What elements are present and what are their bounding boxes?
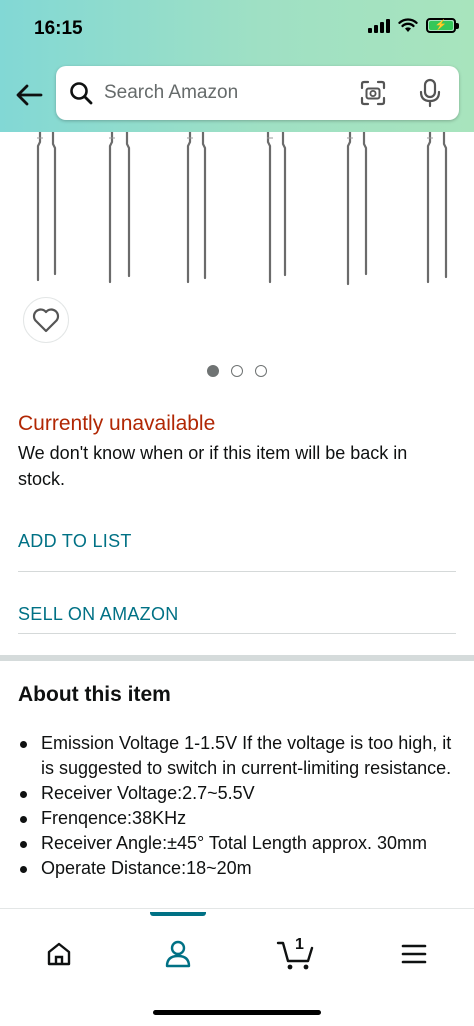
status-bar: 16:15 ⚡ <box>0 0 474 60</box>
list-item: Operate Distance:18~20m <box>18 856 463 881</box>
add-to-list-button[interactable]: ADD TO LIST <box>18 531 132 552</box>
nav-cart[interactable]: 1 <box>266 932 326 976</box>
nav-home[interactable] <box>29 932 89 976</box>
status-time: 16:15 <box>34 18 83 39</box>
about-bullets: Emission Voltage 1-1.5V If the voltage i… <box>18 731 463 881</box>
divider <box>18 571 456 572</box>
image-carousel-dots <box>0 365 474 377</box>
search-box[interactable] <box>56 66 459 120</box>
nav-account[interactable] <box>148 932 208 976</box>
signal-icon <box>368 18 390 33</box>
search-icon <box>70 82 93 105</box>
about-title: About this item <box>18 683 171 706</box>
home-indicator <box>153 1010 321 1015</box>
cart-count-badge: 1 <box>295 936 304 953</box>
account-icon <box>165 940 191 968</box>
list-item: Receiver Angle:±45° Total Length approx.… <box>18 831 463 856</box>
status-icons: ⚡ <box>368 18 459 33</box>
list-item: Receiver Voltage:2.7~5.5V <box>18 781 463 806</box>
list-item: Frenqence:38KHz <box>18 806 463 831</box>
divider <box>0 908 474 909</box>
wishlist-button[interactable] <box>23 297 69 343</box>
carousel-dot-2[interactable] <box>231 365 243 377</box>
list-item: Emission Voltage 1-1.5V If the voltage i… <box>18 731 463 781</box>
microphone-icon[interactable] <box>416 78 444 108</box>
sell-on-amazon-button[interactable]: SELL ON AMAZON <box>18 604 179 625</box>
bottom-nav: 1 <box>0 912 474 1026</box>
section-divider <box>0 655 474 661</box>
header: 16:15 ⚡ <box>0 0 474 132</box>
product-photo-leds <box>36 132 448 286</box>
availability-status: Currently unavailable <box>18 412 216 435</box>
back-button[interactable] <box>12 78 46 112</box>
nav-menu[interactable] <box>384 932 444 976</box>
wifi-icon <box>398 18 418 32</box>
menu-icon <box>401 944 427 964</box>
product-image[interactable] <box>0 132 474 292</box>
carousel-dot-3[interactable] <box>255 365 267 377</box>
active-tab-indicator <box>150 912 206 916</box>
home-icon <box>47 942 71 966</box>
search-input[interactable] <box>104 76 354 110</box>
heart-icon <box>32 308 60 333</box>
availability-message: We don't know when or if this item will … <box>18 443 408 489</box>
carousel-dot-1[interactable] <box>207 365 219 377</box>
battery-icon: ⚡ <box>426 18 459 33</box>
back-arrow-icon <box>16 84 43 106</box>
divider <box>18 633 456 634</box>
camera-scan-icon[interactable] <box>359 79 387 107</box>
